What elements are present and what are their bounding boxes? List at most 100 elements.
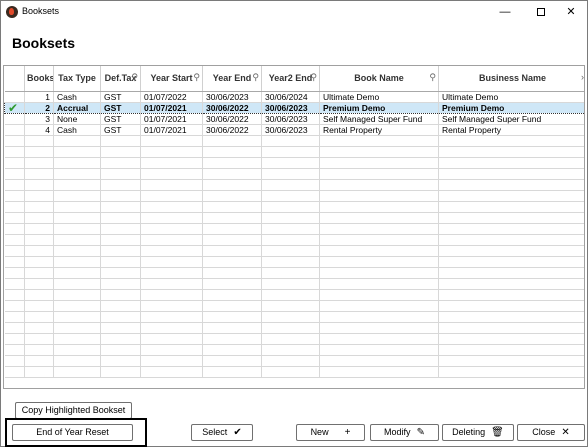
empty-cell xyxy=(4,355,25,367)
empty-cell xyxy=(24,135,54,147)
close-window-button[interactable]: ✕ xyxy=(553,1,588,23)
empty-cell xyxy=(261,201,320,213)
copy-highlighted-bookset-button[interactable]: Copy Highlighted Bookset xyxy=(15,402,132,419)
minimize-button[interactable]: — xyxy=(487,1,523,23)
header-tax-type[interactable]: Tax Type xyxy=(53,66,101,92)
business-name-cell: Self Managed Super Fund xyxy=(438,113,584,125)
empty-cell xyxy=(53,289,101,301)
booksets-table: Books Tax Type Def.Tax ⚲ Year Start ⚲ Year… xyxy=(3,65,585,389)
empty-cell xyxy=(53,355,101,367)
title-bar: Booksets — ✕ xyxy=(1,1,587,23)
empty-cell xyxy=(140,190,203,202)
table-row[interactable]: 4 Cash GST 01/07/2021 30/06/2022 30/06/2023 Re… xyxy=(4,124,584,136)
new-button[interactable]: New + xyxy=(296,424,365,441)
table-row[interactable]: 3 None GST 01/07/2021 30/06/2022 30/06/2023 Se… xyxy=(4,113,584,125)
close-button[interactable]: Close ✕ xyxy=(517,424,585,441)
deleting-button[interactable]: Deleting 🗑 xyxy=(442,424,514,441)
empty-cell xyxy=(4,322,25,334)
empty-cell xyxy=(53,135,101,147)
book-name-cell: Rental Property xyxy=(319,124,439,136)
empty-cell xyxy=(100,223,141,235)
empty-cell xyxy=(24,300,54,312)
empty-cell xyxy=(202,179,262,191)
empty-cell xyxy=(140,168,203,180)
empty-cell xyxy=(438,267,584,279)
search-icon[interactable]: ⚲ xyxy=(193,72,200,83)
empty-row xyxy=(4,168,584,180)
empty-cell xyxy=(100,366,141,378)
page-title: Booksets xyxy=(12,35,76,51)
row-indicator xyxy=(4,124,25,136)
empty-cell xyxy=(438,256,584,268)
empty-cell xyxy=(140,311,203,323)
empty-cell xyxy=(319,300,439,312)
empty-cell xyxy=(53,322,101,334)
search-icon[interactable]: ⚲ xyxy=(252,72,259,83)
empty-cell xyxy=(261,366,320,378)
empty-row xyxy=(4,333,584,345)
search-icon[interactable]: ⚲ xyxy=(429,72,436,83)
empty-cell xyxy=(140,146,203,158)
empty-row xyxy=(4,256,584,268)
empty-cell xyxy=(24,344,54,356)
header-books[interactable]: Books xyxy=(24,66,54,92)
select-button[interactable]: Select ✔ xyxy=(191,424,253,441)
header-business-name[interactable]: Business Name › xyxy=(438,66,584,92)
header-year-end[interactable]: Year End ⚲ xyxy=(202,66,262,92)
empty-cell xyxy=(319,278,439,290)
books-cell: 4 xyxy=(24,124,54,136)
empty-cell xyxy=(100,168,141,180)
empty-cell xyxy=(438,223,584,235)
tax-type-cell: Cash xyxy=(53,124,101,136)
empty-cell xyxy=(319,311,439,323)
year-start-cell: 01/07/2021 xyxy=(140,101,203,114)
empty-cell xyxy=(140,355,203,367)
empty-cell xyxy=(140,212,203,224)
empty-cell xyxy=(319,245,439,257)
empty-cell xyxy=(319,289,439,301)
empty-cell xyxy=(4,168,25,180)
empty-row xyxy=(4,223,584,235)
empty-row xyxy=(4,190,584,202)
empty-cell xyxy=(24,355,54,367)
header-def-tax[interactable]: Def.Tax ⚲ xyxy=(100,66,141,92)
chevron-right-icon[interactable]: › xyxy=(581,72,584,82)
empty-cell xyxy=(438,245,584,257)
empty-cell xyxy=(202,278,262,290)
tax-type-cell: None xyxy=(53,113,101,125)
def-tax-cell: GST xyxy=(100,101,141,114)
search-icon[interactable]: ⚲ xyxy=(310,72,317,83)
empty-cell xyxy=(24,179,54,191)
empty-cell xyxy=(261,344,320,356)
empty-cell xyxy=(100,201,141,213)
year-end-cell: 30/06/2022 xyxy=(202,101,262,114)
empty-cell xyxy=(438,146,584,158)
book-name-cell: Premium Demo xyxy=(319,101,439,114)
empty-cell xyxy=(24,289,54,301)
empty-cell xyxy=(24,157,54,169)
empty-cell xyxy=(100,311,141,323)
empty-cell xyxy=(24,245,54,257)
empty-cell xyxy=(140,366,203,378)
empty-row xyxy=(4,212,584,224)
empty-cell xyxy=(202,333,262,345)
header-year2-end[interactable]: Year2 End ⚲ xyxy=(261,66,320,92)
table-row[interactable]: ✔ 2 Accrual GST 01/07/2021 30/06/2022 30/06/20… xyxy=(4,101,584,114)
empty-cell xyxy=(319,322,439,334)
empty-cell xyxy=(438,289,584,301)
modify-button[interactable]: Modify ✎ xyxy=(370,424,439,441)
empty-cell xyxy=(438,157,584,169)
year2-end-cell: 30/06/2023 xyxy=(261,101,320,114)
empty-row xyxy=(4,289,584,301)
empty-cell xyxy=(4,333,25,345)
table-row[interactable]: 1 Cash GST 01/07/2022 30/06/2023 30/06/2024 Ul… xyxy=(4,91,584,103)
search-icon[interactable]: ⚲ xyxy=(131,72,138,83)
empty-cell xyxy=(24,366,54,378)
empty-cell xyxy=(261,179,320,191)
header-year-start[interactable]: Year Start ⚲ xyxy=(140,66,203,92)
empty-cell xyxy=(24,322,54,334)
trash-icon: 🗑 xyxy=(491,427,504,438)
empty-cell xyxy=(140,278,203,290)
header-book-name[interactable]: Book Name ⚲ xyxy=(319,66,439,92)
empty-cell xyxy=(24,311,54,323)
